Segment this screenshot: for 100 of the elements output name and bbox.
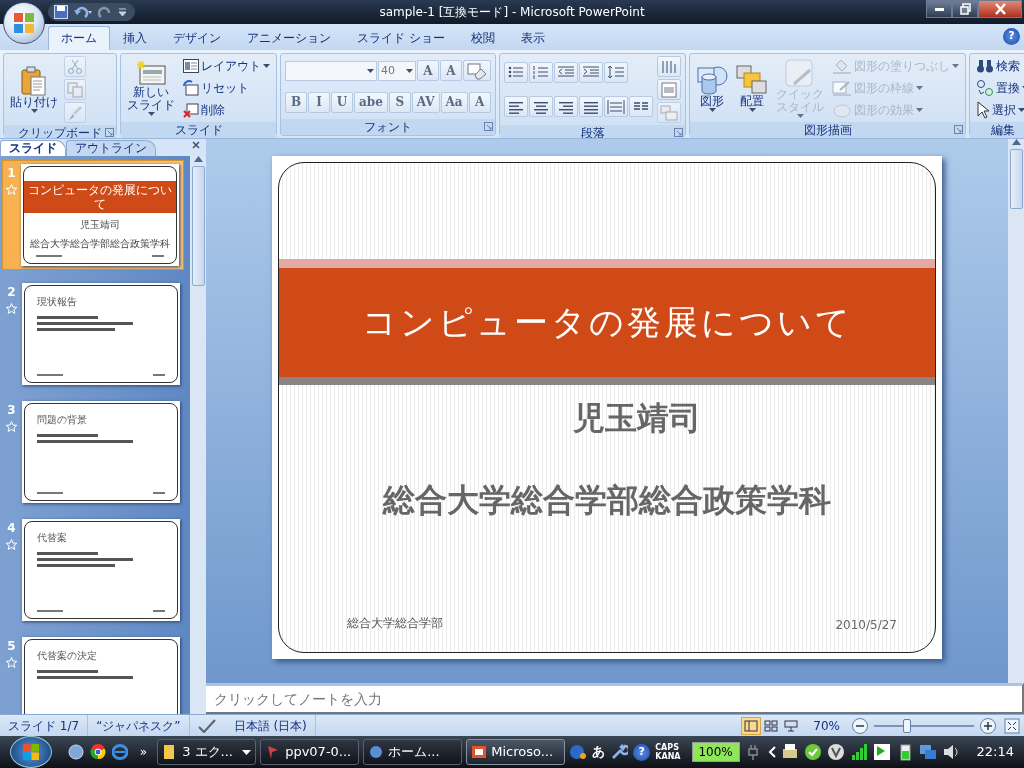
ribbon-tab[interactable]: アニメーション: [234, 26, 344, 50]
ribbon-tab[interactable]: デザイン: [160, 26, 234, 50]
help-button[interactable]: ?: [633, 743, 651, 761]
minimize-button[interactable]: [926, 0, 952, 18]
ribbon-button[interactable]: リセット: [181, 78, 251, 98]
browser-icon[interactable]: [89, 744, 106, 760]
icon-button[interactable]: [463, 60, 491, 82]
ribbon-tab[interactable]: スライド ショー: [344, 26, 458, 50]
slide-thumbnail-row[interactable]: 1 コンピュータの発展について 児玉靖司 総合大学総合学部総合政策学科: [2, 160, 184, 270]
font-field[interactable]: 40: [378, 60, 416, 81]
tray-play-icon[interactable]: [872, 743, 891, 761]
icon-button[interactable]: [504, 96, 528, 118]
restore-button[interactable]: [952, 0, 978, 18]
ribbon-button[interactable]: 新しい スライド: [125, 60, 177, 116]
slide-subtitle[interactable]: 児玉靖司: [339, 399, 935, 438]
zoom-out-button[interactable]: [852, 717, 868, 734]
ribbon-tab[interactable]: ホーム: [48, 26, 110, 50]
launcher-icon[interactable]: [954, 125, 963, 134]
view-button[interactable]: [741, 716, 762, 735]
language[interactable]: 日本語 (日本): [233, 716, 307, 735]
scrollbar[interactable]: [1008, 139, 1024, 683]
format-button[interactable]: A: [440, 60, 462, 82]
help-button[interactable]: ?: [1003, 28, 1020, 45]
format-button[interactable]: B: [285, 91, 307, 113]
ribbon-button[interactable]: 図形: [694, 64, 730, 112]
browser-e-icon[interactable]: [111, 744, 128, 760]
slide-footer[interactable]: 総合大学総合学部: [347, 614, 443, 632]
group-label: 段落: [500, 125, 685, 138]
format-button[interactable]: U: [331, 91, 353, 113]
taskbar-button[interactable]: 3 エク...: [157, 739, 257, 765]
ribbon-button[interactable]: 検索: [974, 56, 1022, 76]
clock[interactable]: 22:14: [976, 742, 1014, 762]
chevron-left-icon[interactable]: [767, 746, 776, 758]
more-button[interactable]: »: [133, 743, 154, 761]
slide-thumbnail-row[interactable]: 3 問題の背景: [2, 398, 184, 506]
customize-caret-icon[interactable]: [118, 8, 127, 16]
ribbon-tab[interactable]: 挿入: [110, 26, 160, 50]
network-icon[interactable]: [918, 743, 937, 761]
ribbon-button[interactable]: 置換: [974, 78, 1024, 98]
format-button[interactable]: S: [388, 91, 411, 113]
ribbon-button[interactable]: レイアウト: [181, 56, 272, 76]
tray-printer-icon[interactable]: [780, 743, 799, 761]
launcher-icon[interactable]: [674, 128, 683, 137]
format-button[interactable]: A: [417, 60, 439, 82]
slide-date[interactable]: 2010/5/27: [835, 616, 897, 634]
taskbar-button[interactable]: Microso...: [466, 739, 566, 765]
scroll-thumb[interactable]: [191, 166, 205, 286]
speaker-icon[interactable]: [941, 743, 960, 761]
notes-field[interactable]: クリックしてノートを入力: [206, 683, 1024, 714]
ime-mode[interactable]: あ: [592, 742, 606, 762]
start-button[interactable]: [10, 736, 52, 768]
thumbnail-title: 現状報告: [37, 295, 78, 309]
font-field[interactable]: [285, 60, 377, 81]
pane-tab[interactable]: アウトライン: [66, 140, 156, 156]
dropdown-caret-icon: [242, 749, 252, 755]
ribbon-button[interactable]: 削除: [181, 100, 227, 120]
slide-thumbnail-row[interactable]: 2 現状報告: [2, 280, 184, 388]
format-button[interactable]: A: [468, 91, 491, 113]
tray-check-icon[interactable]: [803, 743, 822, 761]
office-button[interactable]: [3, 2, 45, 44]
format-button[interactable]: Aa: [440, 91, 468, 113]
taskbar-button[interactable]: ホーム...: [363, 739, 463, 765]
ribbon-tab[interactable]: 校閲: [457, 26, 508, 50]
pane-tab[interactable]: スライド: [0, 140, 66, 156]
zoom-level[interactable]: 70%: [801, 716, 852, 735]
icon-button[interactable]: [529, 96, 553, 118]
taskbar-button[interactable]: ppv07-0...: [260, 739, 360, 765]
ribbon-tab[interactable]: 表示: [507, 26, 558, 50]
fit-window-icon[interactable]: [1004, 717, 1020, 734]
format-button[interactable]: abe: [354, 91, 388, 113]
format-button[interactable]: AV: [411, 91, 440, 113]
group-label: クリップボード: [4, 125, 116, 138]
launcher-icon[interactable]: [484, 122, 493, 131]
wrench-icon[interactable]: [610, 743, 629, 761]
redo-icon[interactable]: [98, 5, 112, 19]
icon-button[interactable]: [629, 96, 653, 118]
scroll-thumb[interactable]: [1009, 149, 1023, 209]
signal-bars-icon[interactable]: [849, 743, 868, 761]
format-button[interactable]: I: [308, 91, 330, 113]
undo-icon[interactable]: [74, 5, 92, 19]
icon-button[interactable]: [504, 61, 528, 83]
ribbon-button[interactable]: 貼り付け: [8, 66, 60, 113]
tray-v-icon[interactable]: [826, 743, 845, 761]
close-icon[interactable]: [192, 141, 200, 149]
ribbon-button[interactable]: 選択: [974, 100, 1024, 120]
ime-icon[interactable]: [569, 743, 588, 761]
slide-subtitle[interactable]: 総合大学総合学部総合政策学科: [279, 481, 935, 520]
spellcheck-icon[interactable]: [197, 718, 216, 733]
save-icon[interactable]: [54, 5, 68, 19]
slide-thumbnail-row[interactable]: 4 代替案: [2, 516, 184, 624]
slide-thumbnail-row[interactable]: 5 代替案の決定: [2, 634, 184, 714]
close-button[interactable]: [978, 0, 1022, 18]
icon-button[interactable]: [554, 96, 578, 118]
scrollbar[interactable]: [190, 156, 206, 714]
zoom-slider-thumb[interactable]: [903, 718, 911, 733]
icon-button[interactable]: [579, 96, 603, 118]
launcher-icon[interactable]: [105, 128, 114, 137]
ribbon-button[interactable]: 配置: [734, 64, 770, 112]
zoom-in-button[interactable]: [980, 717, 996, 734]
slide-title[interactable]: コンピュータの発展について: [279, 259, 935, 385]
